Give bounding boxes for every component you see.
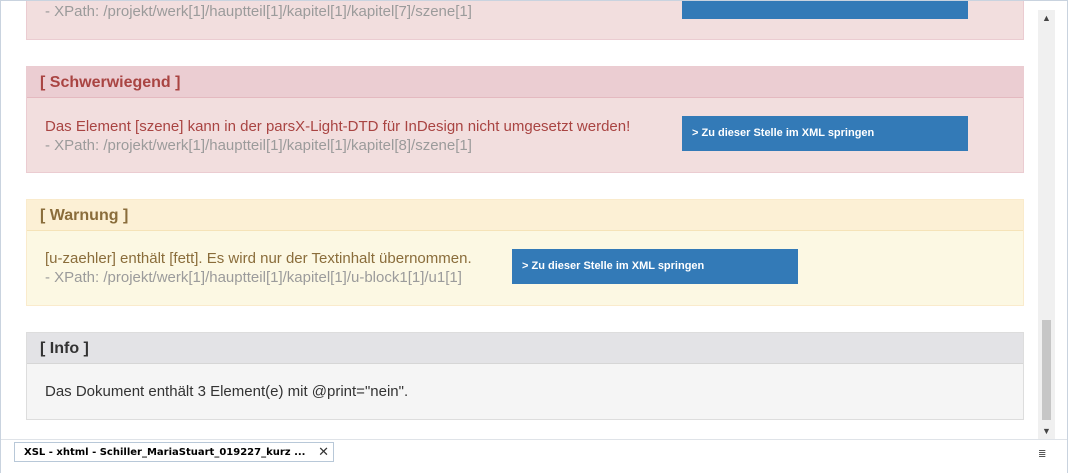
warning-message: [u-zaehler] enthält [fett]. Es wird nur …: [45, 250, 472, 267]
jump-to-xml-button[interactable]: > Zu dieser Stelle im XML springen: [682, 116, 968, 151]
error-panel-body: Das Element [szene] kann in der parsX-Li…: [27, 98, 1023, 173]
info-heading: [ Info ]: [27, 333, 1023, 364]
scroll-up-icon[interactable]: ▲: [1038, 10, 1055, 27]
xpath-text: - XPath: /projekt/werk[1]/hauptteil[1]/k…: [45, 3, 472, 20]
jump-to-xml-button[interactable]: [682, 1, 968, 19]
error-panel-partial-body: - XPath: /projekt/werk[1]/hauptteil[1]/k…: [27, 1, 1023, 39]
vertical-scrollbar[interactable]: ▲ ▼: [1038, 10, 1055, 440]
error-heading: [ Schwerwiegend ]: [27, 67, 1023, 98]
warning-panel: [ Warnung ] [u-zaehler] enthält [fett]. …: [26, 199, 1024, 306]
warning-heading: [ Warnung ]: [27, 200, 1023, 231]
warning-xpath: - XPath: /projekt/werk[1]/hauptteil[1]/k…: [45, 269, 462, 286]
scroll-down-icon[interactable]: ▼: [1038, 423, 1055, 440]
close-tab-icon[interactable]: ✕: [318, 443, 329, 463]
scrollbar-thumb[interactable]: [1042, 320, 1051, 420]
info-message: Das Dokument enthält 3 Element(e) mit @p…: [45, 383, 409, 400]
warning-panel-body: [u-zaehler] enthält [fett]. Es wird nur …: [27, 231, 1023, 306]
error-panel: [ Schwerwiegend ] Das Element [szene] ka…: [26, 66, 1024, 173]
editor-tab[interactable]: XSL - xhtml - Schiller_MariaStuart_01922…: [14, 442, 334, 462]
report-content: - XPath: /projekt/werk[1]/hauptteil[1]/k…: [5, 1, 1036, 439]
info-panel: [ Info ] Das Dokument enthält 3 Element(…: [26, 332, 1024, 420]
document-menu-icon[interactable]: ≣: [1038, 449, 1046, 460]
error-xpath: - XPath: /projekt/werk[1]/hauptteil[1]/k…: [45, 137, 472, 154]
error-message: Das Element [szene] kann in der parsX-Li…: [45, 118, 631, 135]
editor-tab-bar: XSL - xhtml - Schiller_MariaStuart_01922…: [1, 439, 1067, 473]
error-panel-partial: - XPath: /projekt/werk[1]/hauptteil[1]/k…: [26, 1, 1024, 40]
info-panel-body: Das Dokument enthält 3 Element(e) mit @p…: [27, 364, 1023, 420]
editor-tab-label: XSL - xhtml - Schiller_MariaStuart_01922…: [24, 447, 306, 458]
jump-to-xml-button[interactable]: > Zu dieser Stelle im XML springen: [512, 249, 798, 284]
document-frame: - XPath: /projekt/werk[1]/hauptteil[1]/k…: [0, 0, 1068, 473]
